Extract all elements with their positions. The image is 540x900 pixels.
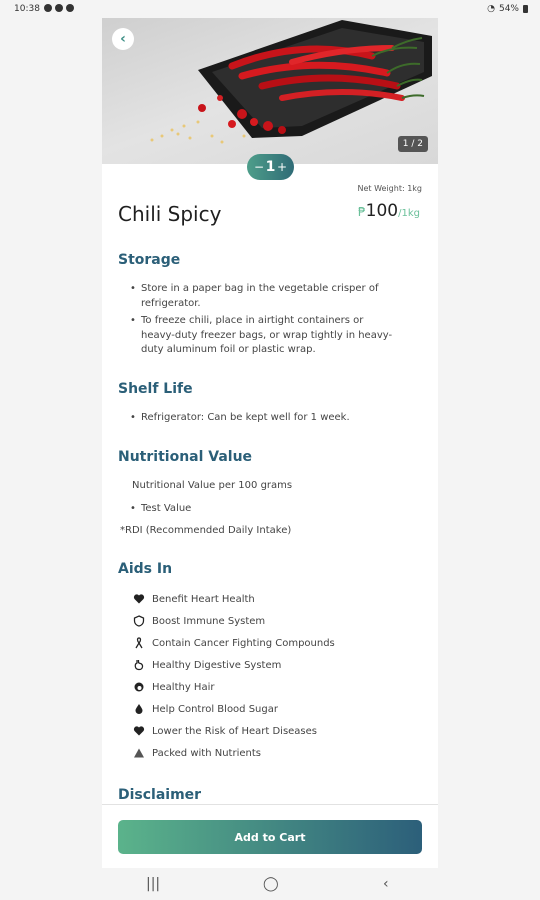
aids-list: Benefit Heart Health Boost Immune System… bbox=[132, 588, 335, 764]
image-pager: 1 / 2 bbox=[397, 136, 428, 152]
nutrition-list: Test Value bbox=[130, 502, 400, 520]
aid-label: Healthy Hair bbox=[152, 681, 215, 693]
shelf-life-list: Refrigerator: Can be kept well for 1 wee… bbox=[130, 411, 400, 429]
disclaimer-heading: Disclaimer bbox=[118, 787, 202, 803]
list-item: Lower the Risk of Heart Diseases bbox=[132, 720, 335, 742]
stomach-icon bbox=[132, 658, 146, 672]
chili-plate-image bbox=[150, 20, 432, 144]
list-item: Benefit Heart Health bbox=[132, 588, 335, 610]
hair-icon bbox=[132, 680, 146, 694]
chevron-left-icon: ‹ bbox=[120, 31, 126, 47]
shield-icon bbox=[132, 614, 146, 628]
mail-icon bbox=[66, 4, 74, 12]
wifi-icon: ◔ bbox=[487, 4, 495, 14]
aid-label: Help Control Blood Sugar bbox=[152, 703, 278, 715]
aid-label: Lower the Risk of Heart Diseases bbox=[152, 725, 317, 737]
price-amount: 100 bbox=[365, 201, 399, 221]
add-to-cart-button[interactable]: Add to Cart bbox=[118, 820, 422, 854]
recent-apps-icon[interactable]: ||| bbox=[146, 876, 160, 892]
list-item: Packed with Nutrients bbox=[132, 742, 335, 764]
decrease-button[interactable]: − bbox=[254, 160, 264, 174]
triangle-icon bbox=[132, 746, 146, 760]
heart-icon bbox=[132, 592, 146, 606]
shelf-life-heading: Shelf Life bbox=[118, 381, 193, 397]
battery-icon bbox=[523, 5, 528, 13]
aid-label: Boost Immune System bbox=[152, 615, 266, 627]
back-button[interactable]: ‹ bbox=[112, 28, 134, 50]
product-price: ₱ 100 /1kg bbox=[358, 201, 420, 221]
product-title: Chili Spicy bbox=[118, 202, 222, 226]
status-time: 10:38 bbox=[14, 4, 40, 14]
aid-label: Healthy Digestive System bbox=[152, 659, 282, 671]
heart-outline-icon bbox=[132, 724, 146, 738]
status-right: ◔ 54% bbox=[487, 4, 528, 14]
notification-icon bbox=[44, 4, 52, 12]
list-item: Healthy Hair bbox=[132, 676, 335, 698]
home-icon[interactable]: ◯ bbox=[263, 876, 279, 892]
quantity-stepper[interactable]: − 1 + bbox=[247, 154, 294, 180]
system-nav-bar: ||| ◯ ‹ bbox=[0, 868, 540, 900]
list-item: Help Control Blood Sugar bbox=[132, 698, 335, 720]
notification-icons bbox=[44, 4, 74, 12]
list-item: To freeze chili, place in airtight conta… bbox=[130, 314, 400, 358]
list-item: Store in a paper bag in the vegetable cr… bbox=[130, 282, 400, 311]
nutrition-heading: Nutritional Value bbox=[118, 449, 253, 465]
product-image[interactable]: ‹ 1 / 2 bbox=[102, 18, 438, 164]
aids-heading: Aids In bbox=[118, 561, 173, 577]
product-detail-card: ‹ 1 / 2 − 1 + Net Weight: 1kg Chili Spic… bbox=[102, 18, 438, 868]
status-bar: 10:38 ◔ 54% bbox=[0, 0, 540, 18]
list-item: Boost Immune System bbox=[132, 610, 335, 632]
divider bbox=[102, 804, 438, 805]
quantity-value: 1 bbox=[265, 159, 276, 175]
storage-list: Store in a paper bag in the vegetable cr… bbox=[130, 282, 400, 361]
aid-label: Benefit Heart Health bbox=[152, 593, 255, 605]
storage-heading: Storage bbox=[118, 252, 181, 268]
message-icon bbox=[55, 4, 63, 12]
net-weight: Net Weight: 1kg bbox=[357, 184, 423, 193]
increase-button[interactable]: + bbox=[277, 160, 287, 174]
ribbon-icon bbox=[132, 636, 146, 650]
battery-text: 54% bbox=[498, 4, 519, 14]
list-item: Refrigerator: Can be kept well for 1 wee… bbox=[130, 411, 400, 426]
nutrition-footnote: *RDI (Recommended Daily Intake) bbox=[120, 525, 292, 536]
blood-drop-icon bbox=[132, 702, 146, 716]
price-unit: /1kg bbox=[398, 208, 420, 219]
nutrition-subtitle: Nutritional Value per 100 grams bbox=[132, 480, 293, 491]
aid-label: Contain Cancer Fighting Compounds bbox=[152, 637, 335, 649]
back-nav-icon[interactable]: ‹ bbox=[383, 876, 389, 892]
aid-label: Packed with Nutrients bbox=[152, 747, 261, 759]
list-item: Healthy Digestive System bbox=[132, 654, 335, 676]
list-item: Test Value bbox=[130, 502, 400, 517]
price-currency: ₱ bbox=[358, 205, 366, 219]
list-item: Contain Cancer Fighting Compounds bbox=[132, 632, 335, 654]
